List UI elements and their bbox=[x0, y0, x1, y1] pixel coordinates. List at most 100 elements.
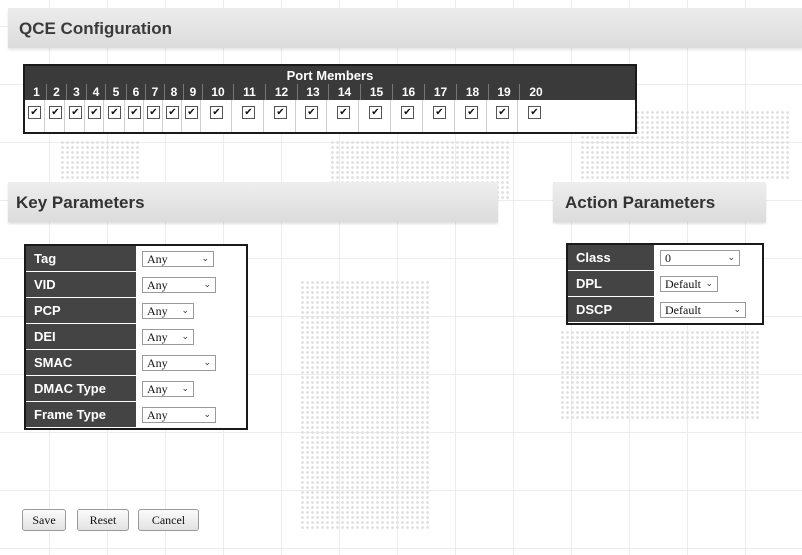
port-cell-12: ✔ bbox=[263, 100, 295, 132]
select-value: Any bbox=[147, 304, 168, 318]
chevron-down-icon: ⌄ bbox=[181, 332, 189, 342]
select-value: Any bbox=[147, 408, 168, 422]
select-value: 0 bbox=[665, 251, 671, 265]
param-row-smac: SMAC Any ⌄ bbox=[26, 350, 246, 376]
param-label: DPL bbox=[568, 271, 654, 297]
port-checkbox-6[interactable]: ✔ bbox=[128, 106, 141, 119]
port-cell-2: ✔ bbox=[44, 100, 64, 132]
port-number-3: 3 bbox=[66, 84, 86, 100]
param-row-dei: DEI Any ⌄ bbox=[26, 324, 246, 350]
chevron-down-icon: ⌄ bbox=[733, 305, 741, 315]
port-checkbox-17[interactable]: ✔ bbox=[433, 106, 446, 119]
action-parameters-table: Class 0 ⌄ DPL Default ⌄ DSCP Default ⌄ bbox=[566, 243, 764, 325]
map-dots-1 bbox=[60, 140, 140, 180]
port-number-18: 18 bbox=[456, 84, 488, 100]
port-checkbox-2[interactable]: ✔ bbox=[49, 106, 62, 119]
port-checkbox-5[interactable]: ✔ bbox=[108, 106, 121, 119]
select-value: Any bbox=[147, 356, 168, 370]
port-cell-18: ✔ bbox=[454, 100, 486, 132]
port-checkbox-19[interactable]: ✔ bbox=[496, 106, 509, 119]
port-number-11: 11 bbox=[233, 84, 265, 100]
port-number-20: 20 bbox=[519, 84, 552, 100]
select-value: Any bbox=[147, 330, 168, 344]
port-checkbox-16[interactable]: ✔ bbox=[401, 106, 414, 119]
chevron-down-icon: ⌄ bbox=[203, 358, 211, 368]
param-select-class[interactable]: 0 ⌄ bbox=[660, 250, 740, 266]
param-select-vid[interactable]: Any ⌄ bbox=[142, 277, 216, 293]
port-checkbox-20[interactable]: ✔ bbox=[528, 106, 541, 119]
port-checkbox-3[interactable]: ✔ bbox=[69, 106, 82, 119]
param-label: DSCP bbox=[568, 297, 654, 323]
cancel-button[interactable]: Cancel bbox=[138, 509, 199, 531]
param-select-tag[interactable]: Any ⌄ bbox=[142, 251, 214, 267]
port-number-9: 9 bbox=[183, 84, 202, 100]
param-row-dmac-type: DMAC Type Any ⌄ bbox=[26, 376, 246, 402]
port-checkbox-11[interactable]: ✔ bbox=[242, 106, 255, 119]
param-row-frame-type: Frame Type Any ⌄ bbox=[26, 402, 246, 428]
port-cell-10: ✔ bbox=[200, 100, 231, 132]
chevron-down-icon: ⌄ bbox=[203, 280, 211, 290]
param-label: PCP bbox=[26, 298, 136, 324]
param-label: Class bbox=[568, 245, 654, 271]
chevron-down-icon: ⌄ bbox=[203, 410, 211, 420]
port-checkbox-18[interactable]: ✔ bbox=[465, 106, 478, 119]
param-select-dmac-type[interactable]: Any ⌄ bbox=[142, 381, 194, 397]
chevron-down-icon: ⌄ bbox=[705, 279, 713, 289]
port-checkbox-1[interactable]: ✔ bbox=[28, 106, 41, 119]
port-checkbox-12[interactable]: ✔ bbox=[274, 106, 287, 119]
port-checkbox-8[interactable]: ✔ bbox=[166, 106, 179, 119]
port-number-6: 6 bbox=[126, 84, 145, 100]
select-value: Default bbox=[665, 277, 701, 291]
param-label: DEI bbox=[26, 324, 136, 350]
port-checkbox-13[interactable]: ✔ bbox=[305, 106, 318, 119]
action-parameters-title: Action Parameters bbox=[565, 193, 716, 212]
param-row-pcp: PCP Any ⌄ bbox=[26, 298, 246, 324]
port-checkbox-4[interactable]: ✔ bbox=[88, 106, 101, 119]
port-number-16: 16 bbox=[392, 84, 424, 100]
select-value: Any bbox=[147, 382, 168, 396]
port-cell-1: ✔ bbox=[25, 100, 44, 132]
port-cell-4: ✔ bbox=[84, 100, 103, 132]
select-value: Any bbox=[147, 252, 168, 266]
port-checkbox-14[interactable]: ✔ bbox=[337, 106, 350, 119]
port-checkbox-10[interactable]: ✔ bbox=[210, 106, 223, 119]
param-label: Frame Type bbox=[26, 402, 136, 428]
param-select-dpl[interactable]: Default ⌄ bbox=[660, 276, 718, 292]
port-number-8: 8 bbox=[164, 84, 183, 100]
map-dots-5 bbox=[560, 330, 760, 420]
select-value: Any bbox=[147, 278, 168, 292]
port-checkbox-15[interactable]: ✔ bbox=[369, 106, 382, 119]
port-cell-6: ✔ bbox=[124, 100, 143, 132]
port-cell-16: ✔ bbox=[390, 100, 422, 132]
port-number-4: 4 bbox=[86, 84, 105, 100]
param-row-dpl: DPL Default ⌄ bbox=[568, 271, 762, 297]
port-number-14: 14 bbox=[328, 84, 360, 100]
port-cell-11: ✔ bbox=[231, 100, 263, 132]
param-label: VID bbox=[26, 272, 136, 298]
port-cell-5: ✔ bbox=[103, 100, 124, 132]
param-label: Tag bbox=[26, 246, 136, 272]
port-checkbox-7[interactable]: ✔ bbox=[147, 106, 160, 119]
port-cell-17: ✔ bbox=[422, 100, 454, 132]
save-button[interactable]: Save bbox=[22, 509, 66, 531]
reset-button[interactable]: Reset bbox=[77, 509, 129, 531]
page-header: QCE Configuration bbox=[8, 8, 802, 48]
param-row-class: Class 0 ⌄ bbox=[568, 245, 762, 271]
param-label: DMAC Type bbox=[26, 376, 136, 402]
param-select-frame-type[interactable]: Any ⌄ bbox=[142, 407, 216, 423]
key-parameters-header: Key Parameters bbox=[8, 182, 498, 222]
param-select-dscp[interactable]: Default ⌄ bbox=[660, 302, 746, 318]
key-parameters-table: Tag Any ⌄ VID Any ⌄ PCP Any ⌄ DEI Any ⌄ SMAC Any ⌄ DMAC… bbox=[24, 244, 248, 430]
port-cell-15: ✔ bbox=[358, 100, 390, 132]
port-number-1: 1 bbox=[33, 85, 40, 99]
param-label: SMAC bbox=[26, 350, 136, 376]
port-checkbox-9[interactable]: ✔ bbox=[185, 106, 198, 119]
param-select-pcp[interactable]: Any ⌄ bbox=[142, 303, 194, 319]
param-select-dei[interactable]: Any ⌄ bbox=[142, 329, 194, 345]
port-number-17: 17 bbox=[424, 84, 456, 100]
port-number-19: 19 bbox=[488, 84, 519, 100]
action-parameters-header: Action Parameters bbox=[553, 182, 766, 222]
port-cell-20: ✔ bbox=[517, 100, 550, 132]
param-select-smac[interactable]: Any ⌄ bbox=[142, 355, 216, 371]
param-row-tag: Tag Any ⌄ bbox=[26, 246, 246, 272]
